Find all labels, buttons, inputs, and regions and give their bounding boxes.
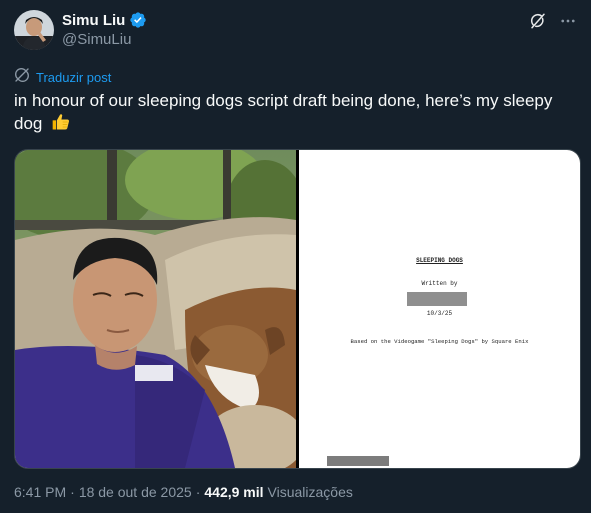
author-handle[interactable]: @SimuLiu [62,31,131,48]
tweet-meta: 6:41 PM · 18 de out de 2025 · 442,9 mil … [14,484,353,500]
redacted-footer-bar [327,456,389,466]
author-name-row: Simu Liu [62,10,147,30]
tweet-text: in honour of our sleeping dogs script dr… [14,89,576,138]
redacted-author-bar [407,292,467,306]
tweet-post: Simu Liu @SimuLiu Traduzir post in honou… [0,0,591,513]
script-title: SLEEPING DOGS [416,257,463,264]
verified-badge-icon [129,11,147,29]
script-written-by: Written by [421,280,458,287]
translate-post-link[interactable]: Traduzir post [14,67,111,88]
views-label: Visualizações [267,484,353,500]
grok-icon[interactable] [527,10,549,32]
selfie-with-dog-photo[interactable] [15,150,305,468]
meta-separator: · [195,484,201,500]
meta-separator: · [70,484,75,500]
media-grid: SLEEPING DOGS Written by 10/3/25 Based o… [14,149,581,469]
script-page-image[interactable]: SLEEPING DOGS Written by 10/3/25 Based o… [299,150,580,468]
thumbs-up-icon [51,112,71,138]
translate-label: Traduzir post [36,70,112,85]
translate-icon [14,67,30,88]
script-based-on: Based on the Videogame "Sleeping Dogs" b… [350,338,529,345]
tweet-time[interactable]: 6:41 PM [14,484,66,500]
tweet-text-content: in honour of our sleeping dogs script dr… [14,91,553,133]
script-date: 10/3/25 [426,310,453,317]
views-count: 442,9 mil [204,484,264,500]
avatar[interactable] [14,10,54,50]
author-name[interactable]: Simu Liu [62,12,125,29]
more-icon[interactable] [557,10,579,32]
top-actions [527,10,579,32]
tweet-date[interactable]: 18 de out de 2025 [79,484,192,500]
